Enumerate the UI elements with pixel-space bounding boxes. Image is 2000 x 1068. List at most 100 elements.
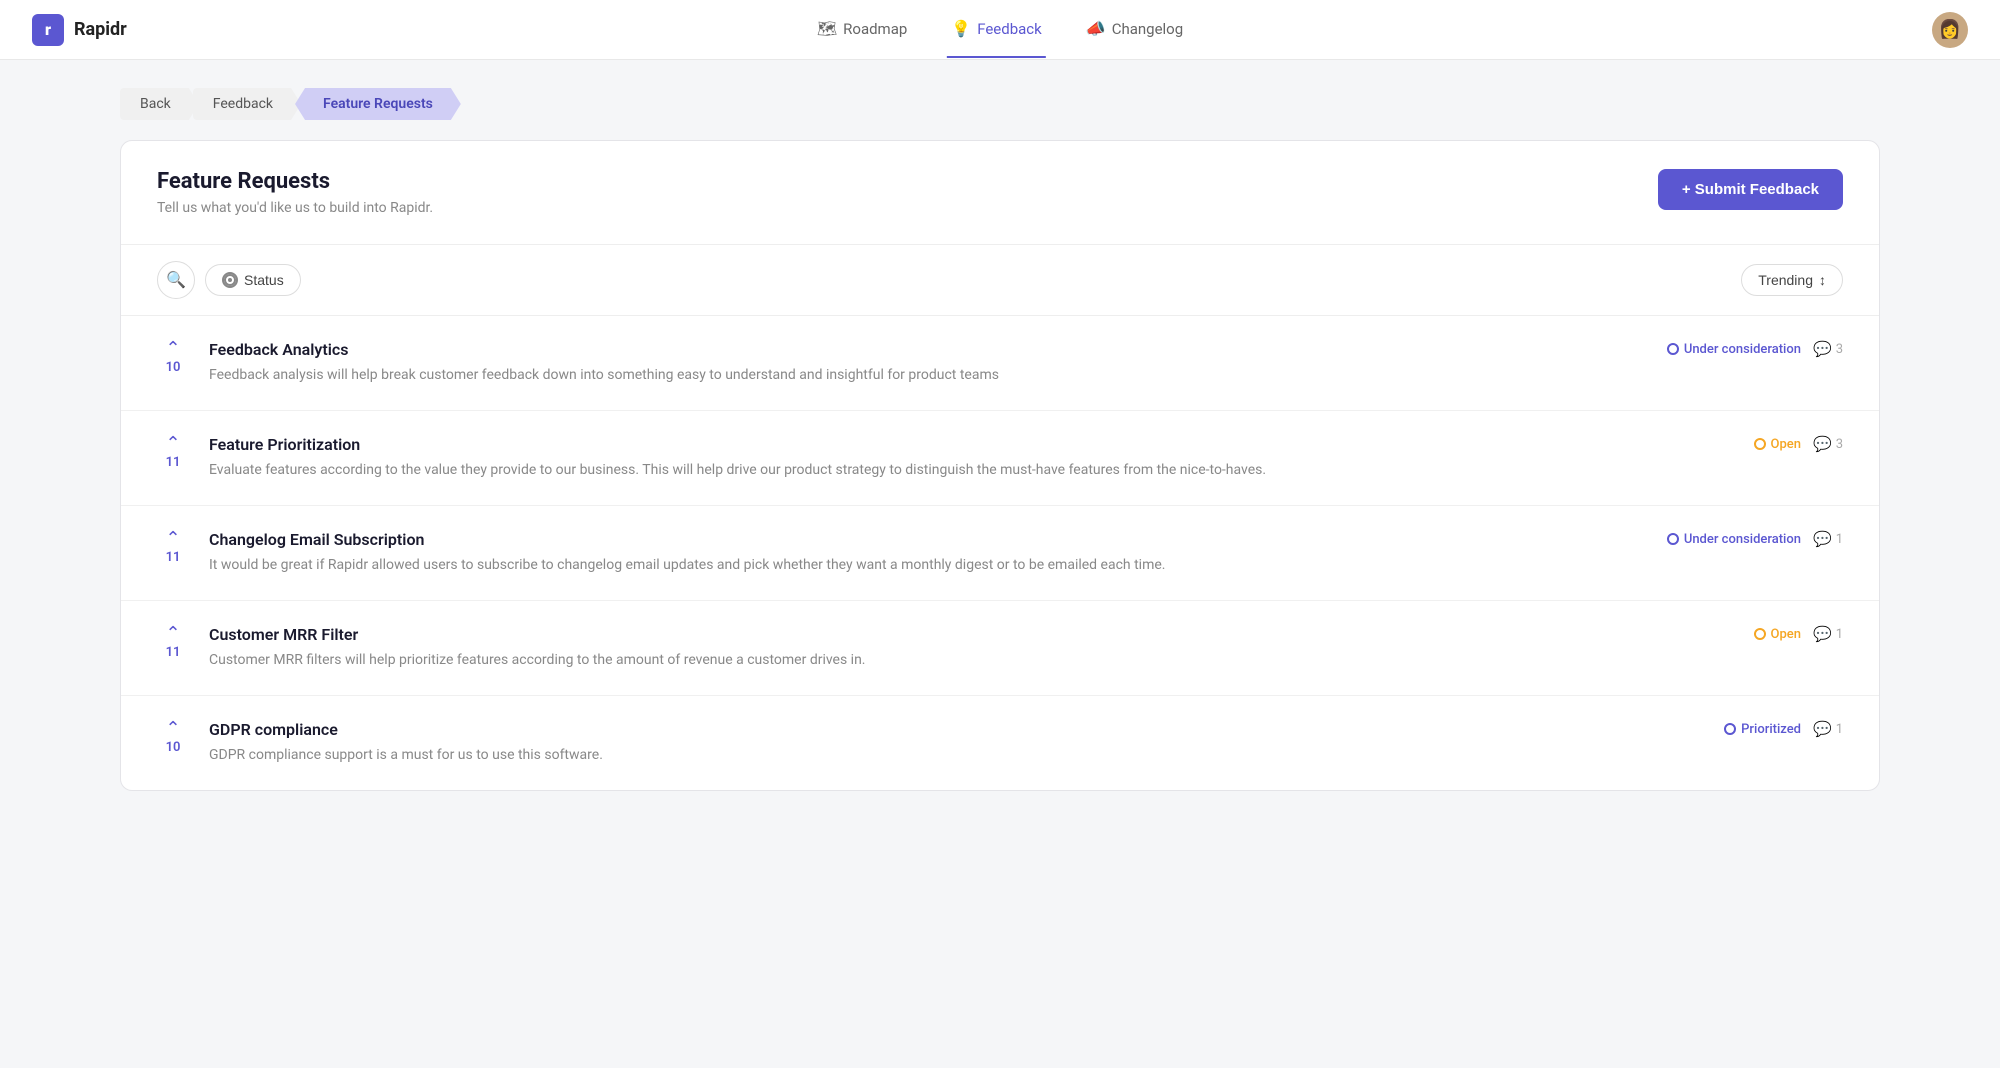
feedback-item-title[interactable]: Changelog Email Subscription [209,530,1623,549]
vote-count: 11 [166,645,181,660]
feedback-meta: Open 💬 1 [1643,625,1843,643]
status-label: Under consideration [1684,532,1801,547]
nav-item-feedback[interactable]: 💡 Feedback [947,1,1045,58]
feedback-list: ⌃ 10 Feedback Analytics Feedback analysi… [121,316,1879,790]
status-badge: Open [1754,437,1801,452]
breadcrumb-back[interactable]: Back [120,88,199,120]
status-dot [1754,438,1766,450]
vote-count: 11 [166,550,181,565]
nav-item-roadmap[interactable]: 🗺 Roadmap [813,1,911,58]
vote-area: ⌃ 11 [157,435,189,470]
feedback-meta: Under consideration 💬 1 [1643,530,1843,548]
comment-icon: 💬 [1813,340,1832,358]
feedback-content: Feature Prioritization Evaluate features… [209,435,1623,481]
feedback-content: Customer MRR Filter Customer MRR filters… [209,625,1623,671]
feedback-item-desc: Customer MRR filters will help prioritiz… [209,650,1623,671]
comment-count: 3 [1836,342,1843,357]
breadcrumb-feature-requests[interactable]: Feature Requests [295,88,461,120]
status-badge: Under consideration [1667,532,1801,547]
main-nav: 🗺 Roadmap 💡 Feedback 📣 Changelog [813,1,1187,58]
upvote-arrow[interactable]: ⌃ [165,340,180,358]
logo-area[interactable]: r Rapidr [32,14,127,46]
submit-feedback-button[interactable]: + Submit Feedback [1658,169,1843,210]
header: r Rapidr 🗺 Roadmap 💡 Feedback 📣 Changelo… [0,0,2000,60]
status-label: Open [1771,437,1801,452]
feedback-item-desc: GDPR compliance support is a must for us… [209,745,1623,766]
feedback-content: GDPR compliance GDPR compliance support … [209,720,1623,766]
comment-icon: 💬 [1813,435,1832,453]
comment-icon: 💬 [1813,720,1832,738]
filter-left: 🔍 Status [157,261,301,299]
nav-label-changelog: Changelog [1112,20,1183,38]
card-header: Feature Requests Tell us what you'd like… [121,141,1879,245]
list-item: ⌃ 10 GDPR compliance GDPR compliance sup… [121,696,1879,790]
vote-area: ⌃ 11 [157,530,189,565]
feedback-item-title[interactable]: Customer MRR Filter [209,625,1623,644]
feedback-item-desc: Feedback analysis will help break custom… [209,365,1623,386]
status-dot [1724,723,1736,735]
upvote-arrow[interactable]: ⌃ [165,720,180,738]
upvote-arrow[interactable]: ⌃ [165,625,180,643]
upvote-arrow[interactable]: ⌃ [165,435,180,453]
feedback-meta: Under consideration 💬 3 [1643,340,1843,358]
comment-icon: 💬 [1813,625,1832,643]
comment-count: 3 [1836,437,1843,452]
comment-badge[interactable]: 💬 3 [1813,435,1843,453]
nav-item-changelog[interactable]: 📣 Changelog [1082,1,1187,58]
feedback-meta: Open 💬 3 [1643,435,1843,453]
logo-icon: r [32,14,64,46]
vote-area: ⌃ 10 [157,340,189,375]
comment-count: 1 [1836,532,1843,547]
feedback-item-title[interactable]: GDPR compliance [209,720,1623,739]
card-title: Feature Requests [157,169,433,194]
status-dot [1754,628,1766,640]
comment-badge[interactable]: 💬 3 [1813,340,1843,358]
vote-area: ⌃ 11 [157,625,189,660]
nav-label-roadmap: Roadmap [843,20,907,38]
list-item: ⌃ 11 Customer MRR Filter Customer MRR fi… [121,601,1879,696]
feedback-meta: Prioritized 💬 1 [1643,720,1843,738]
breadcrumb-feedback[interactable]: Feedback [193,88,301,120]
feedback-icon: 💡 [951,19,971,38]
status-dot [1667,343,1679,355]
search-button[interactable]: 🔍 [157,261,195,299]
search-icon: 🔍 [166,270,186,290]
comment-badge[interactable]: 💬 1 [1813,530,1843,548]
feedback-content: Changelog Email Subscription It would be… [209,530,1623,576]
vote-count: 11 [166,455,181,470]
filter-bar: 🔍 Status Trending ↕ [121,245,1879,316]
sort-button[interactable]: Trending ↕ [1741,264,1843,296]
roadmap-icon: 🗺 [817,19,837,38]
vote-count: 10 [166,740,181,755]
comment-badge[interactable]: 💬 1 [1813,625,1843,643]
breadcrumb: Back Feedback Feature Requests [0,60,2000,140]
sort-label: Trending [1758,272,1813,288]
list-item: ⌃ 10 Feedback Analytics Feedback analysi… [121,316,1879,411]
status-label: Under consideration [1684,342,1801,357]
status-filter-icon [222,272,238,288]
changelog-icon: 📣 [1086,19,1106,38]
logo-text: Rapidr [74,19,127,40]
feedback-item-title[interactable]: Feature Prioritization [209,435,1623,454]
status-filter-button[interactable]: Status [205,264,301,296]
status-filter-label: Status [244,272,284,288]
nav-label-feedback: Feedback [977,20,1042,38]
status-badge: Open [1754,627,1801,642]
status-label: Prioritized [1741,722,1801,737]
list-item: ⌃ 11 Changelog Email Subscription It wou… [121,506,1879,601]
sort-icon: ↕ [1819,272,1826,288]
comment-count: 1 [1836,627,1843,642]
feedback-item-title[interactable]: Feedback Analytics [209,340,1623,359]
status-badge: Prioritized [1724,722,1801,737]
feedback-item-desc: It would be great if Rapidr allowed user… [209,555,1623,576]
avatar[interactable]: 👩 [1932,12,1968,48]
comment-badge[interactable]: 💬 1 [1813,720,1843,738]
comment-count: 1 [1836,722,1843,737]
feedback-item-desc: Evaluate features according to the value… [209,460,1623,481]
card-subtitle: Tell us what you'd like us to build into… [157,200,433,216]
upvote-arrow[interactable]: ⌃ [165,530,180,548]
card-title-area: Feature Requests Tell us what you'd like… [157,169,433,216]
comment-icon: 💬 [1813,530,1832,548]
status-badge: Under consideration [1667,342,1801,357]
main-card: Feature Requests Tell us what you'd like… [120,140,1880,791]
